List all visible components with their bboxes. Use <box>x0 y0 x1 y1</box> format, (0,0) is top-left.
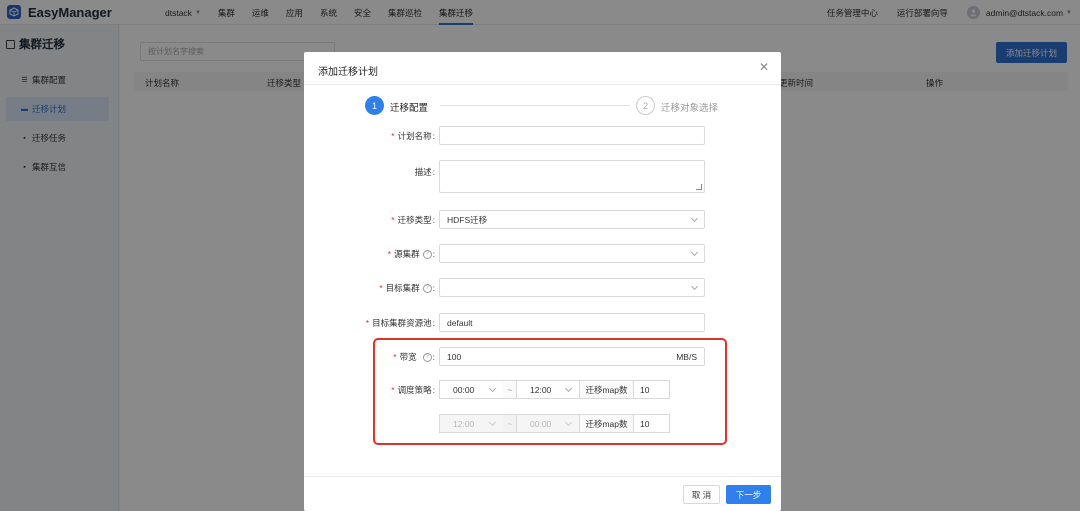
cancel-button[interactable]: 取 消 <box>683 485 720 504</box>
step-1-label: 迁移配置 <box>390 103 429 114</box>
next-step-button[interactable]: 下一步 <box>726 485 771 504</box>
close-icon[interactable]: ✕ <box>759 61 769 73</box>
plan-name-input[interactable] <box>439 126 705 145</box>
description-label: 描述: <box>414 167 435 177</box>
source-cluster-label: * 源集群?: <box>387 249 435 259</box>
help-icon[interactable]: ? <box>422 283 432 293</box>
source-cluster-select[interactable] <box>439 244 705 263</box>
resize-handle-icon[interactable] <box>696 184 702 190</box>
chevron-down-icon <box>690 248 699 257</box>
migration-type-value: HDFS迁移 <box>447 214 488 225</box>
chevron-down-icon <box>690 214 699 223</box>
step-2-number: 2 <box>636 96 655 115</box>
target-cluster-select[interactable] <box>439 278 705 297</box>
modal-header: 添加迁移计划 ✕ <box>304 52 781 85</box>
target-pool-input[interactable]: default <box>439 313 705 332</box>
step-1-number: 1 <box>365 96 384 115</box>
help-icon[interactable]: ? <box>422 249 432 259</box>
description-textarea[interactable] <box>439 160 705 193</box>
chevron-down-icon <box>690 282 699 291</box>
modal-footer: 取 消 下一步 <box>304 476 781 511</box>
target-cluster-label: * 目标集群?: <box>379 283 435 293</box>
step-divider <box>440 105 630 106</box>
steps: 1 迁移配置 2 迁移对象选择 <box>365 96 725 116</box>
highlight-annotation-box <box>373 338 727 445</box>
plan-name-label: * 计划名称: <box>391 131 435 141</box>
target-pool-label: * 目标集群资源池: <box>365 318 435 328</box>
step-2-label: 迁移对象选择 <box>661 103 719 114</box>
modal-title: 添加迁移计划 <box>318 67 378 78</box>
migration-type-select[interactable]: HDFS迁移 <box>439 210 705 229</box>
migration-type-label: * 迁移类型: <box>391 215 435 225</box>
